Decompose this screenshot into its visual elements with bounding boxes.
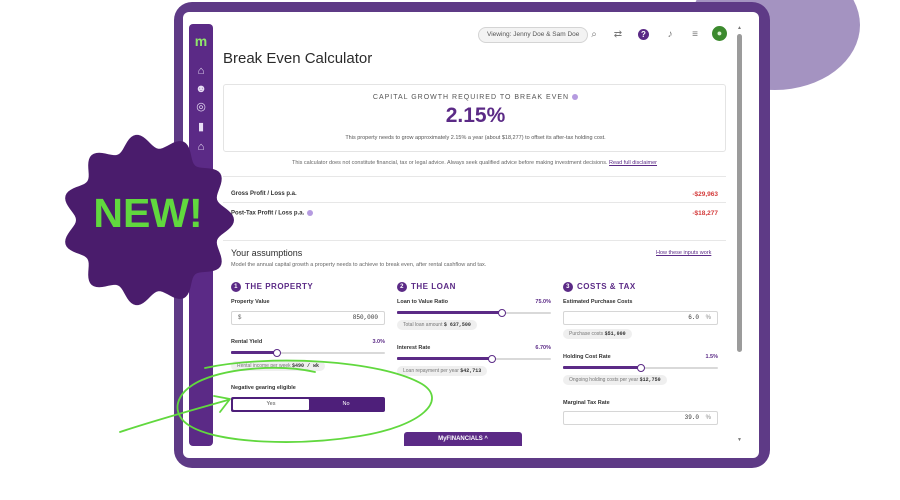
- percent-suffix: %: [705, 415, 711, 421]
- annotation-scribble: [119, 359, 433, 443]
- section-costs-title: 3 COSTS & TAX: [563, 282, 636, 292]
- purchase-costs-text: 6.0: [688, 314, 699, 321]
- new-badge-text: NEW!: [93, 190, 203, 236]
- avatar[interactable]: ●: [712, 26, 727, 41]
- slider-handle[interactable]: [488, 355, 497, 363]
- menu-icon[interactable]: ≡: [688, 28, 702, 42]
- assumptions-subtitle: Model the annual capital growth a proper…: [231, 262, 487, 268]
- property-value-label: Property Value: [231, 299, 270, 305]
- purchase-costs-chip: Purchase costs $51,000: [563, 329, 632, 339]
- post-tax-profit-label: Post-Tax Profit / Loss p.a.: [231, 210, 314, 217]
- scroll-up-icon[interactable]: ▲: [737, 26, 742, 31]
- slider-fill: [397, 311, 502, 314]
- chip-value: $12,750: [639, 377, 661, 383]
- post-tax-profit-value: -$18,277: [692, 210, 718, 217]
- post-tax-profit-label-text: Post-Tax Profit / Loss p.a.: [231, 210, 305, 217]
- info-icon[interactable]: [307, 210, 314, 216]
- search-icon[interactable]: ⌕: [587, 28, 601, 42]
- slider-handle[interactable]: [497, 309, 506, 317]
- slider-handle[interactable]: [636, 364, 645, 372]
- chip-value: $51,000: [604, 331, 626, 337]
- chip-text: Purchase costs: [569, 331, 604, 337]
- holding-costs-chip: Ongoing holding costs per year $12,750: [563, 375, 667, 385]
- loan-amount-chip: Total loan amount $ 637,500: [397, 320, 477, 330]
- marginal-tax-text: 39.0: [684, 414, 699, 421]
- bell-icon[interactable]: ♪: [663, 28, 677, 42]
- scrollbar-thumb[interactable]: [737, 34, 742, 352]
- lvr-slider[interactable]: [397, 309, 551, 317]
- capital-growth-card: CAPITAL GROWTH REQUIRED TO BREAK EVEN 2.…: [223, 84, 726, 152]
- purchase-costs-label: Estimated Purchase Costs: [563, 299, 633, 305]
- chip-value: $42,713: [460, 368, 482, 374]
- lvr-label: Loan to Value Ratio: [397, 299, 449, 305]
- section-loan-title: 2 THE LOAN: [397, 282, 456, 292]
- help-icon[interactable]: ?: [638, 29, 649, 40]
- purchase-costs-input[interactable]: 6.0 %: [563, 311, 718, 325]
- assumptions-title: Your assumptions: [231, 248, 303, 258]
- marginal-tax-input[interactable]: 39.0 %: [563, 411, 718, 425]
- slider-fill: [563, 366, 641, 369]
- property-value-text: 850,000: [352, 314, 378, 321]
- disclaimer-link[interactable]: Read full disclaimer: [609, 160, 657, 166]
- gross-profit-value: -$29,963: [692, 191, 718, 198]
- holding-cost-value: 1.5%: [705, 354, 718, 360]
- home-icon[interactable]: ⌂: [194, 64, 208, 78]
- marginal-tax-label: Marginal Tax Rate: [563, 400, 610, 406]
- section-property-title: 1 THE PROPERTY: [231, 282, 313, 292]
- page-title: Break Even Calculator: [223, 50, 373, 67]
- disclaimer: This calculator does not constitute fina…: [223, 160, 726, 166]
- chip-text: Total loan amount: [403, 322, 443, 328]
- lvr-value: 75.0%: [535, 299, 551, 305]
- rental-yield-label: Rental Yield: [231, 339, 263, 345]
- rental-yield-value: 3.0%: [372, 339, 385, 345]
- section-loan-title-text: THE LOAN: [411, 282, 456, 292]
- currency-prefix: $: [238, 315, 242, 321]
- info-icon[interactable]: [572, 94, 579, 101]
- brand-logo-icon[interactable]: m: [193, 34, 209, 48]
- section-number-badge: 2: [397, 282, 407, 292]
- disclaimer-text: This calculator does not constitute fina…: [291, 160, 608, 166]
- promo-canvas: m ⌂ ☻ ◎ ▮ ⌂ Viewing: Jenny Doe & Sam Doe…: [0, 0, 900, 500]
- gross-profit-label: Gross Profit / Loss p.a.: [231, 191, 297, 197]
- scroll-down-icon[interactable]: ▼: [737, 438, 742, 443]
- inputs-help-link[interactable]: How these inputs work: [656, 250, 711, 256]
- interest-rate-value: 6.70%: [535, 345, 551, 351]
- capital-growth-label-text: CAPITAL GROWTH REQUIRED TO BREAK EVEN: [372, 94, 570, 101]
- viewing-as-pill[interactable]: Viewing: Jenny Doe & Sam Doe: [478, 27, 589, 43]
- scribble-loop: [176, 359, 433, 443]
- section-number-badge: 3: [563, 282, 573, 292]
- interest-rate-label: Interest Rate: [397, 345, 431, 351]
- property-value-input[interactable]: $ 850,000: [231, 311, 385, 325]
- slider-fill: [231, 351, 278, 354]
- percent-suffix: %: [705, 315, 711, 321]
- top-bar: Viewing: Jenny Doe & Sam Doe ⌕ ⇄ ? ♪ ≡ ●: [213, 24, 741, 46]
- section-property-title-text: THE PROPERTY: [245, 282, 314, 292]
- capital-growth-label: CAPITAL GROWTH REQUIRED TO BREAK EVEN: [224, 94, 727, 101]
- switch-user-icon[interactable]: ⇄: [611, 28, 625, 42]
- capital-growth-description: This property needs to grow approximatel…: [345, 135, 606, 141]
- divider: [223, 176, 726, 177]
- chip-value: $ 637,500: [443, 322, 471, 328]
- capital-growth-value: 2.15%: [445, 104, 506, 127]
- target-icon[interactable]: ◎: [194, 100, 208, 114]
- people-icon[interactable]: ☻: [194, 82, 208, 96]
- divider: [223, 240, 726, 241]
- chip-text: Ongoing holding costs per year: [569, 377, 639, 383]
- section-costs-title-text: COSTS & TAX: [577, 282, 636, 292]
- holding-cost-slider[interactable]: [563, 364, 718, 372]
- holding-cost-label: Holding Cost Rate: [563, 354, 611, 360]
- arrow-line: [119, 399, 229, 433]
- divider: [223, 202, 726, 203]
- scrollbar[interactable]: ▲ ▼: [737, 26, 742, 444]
